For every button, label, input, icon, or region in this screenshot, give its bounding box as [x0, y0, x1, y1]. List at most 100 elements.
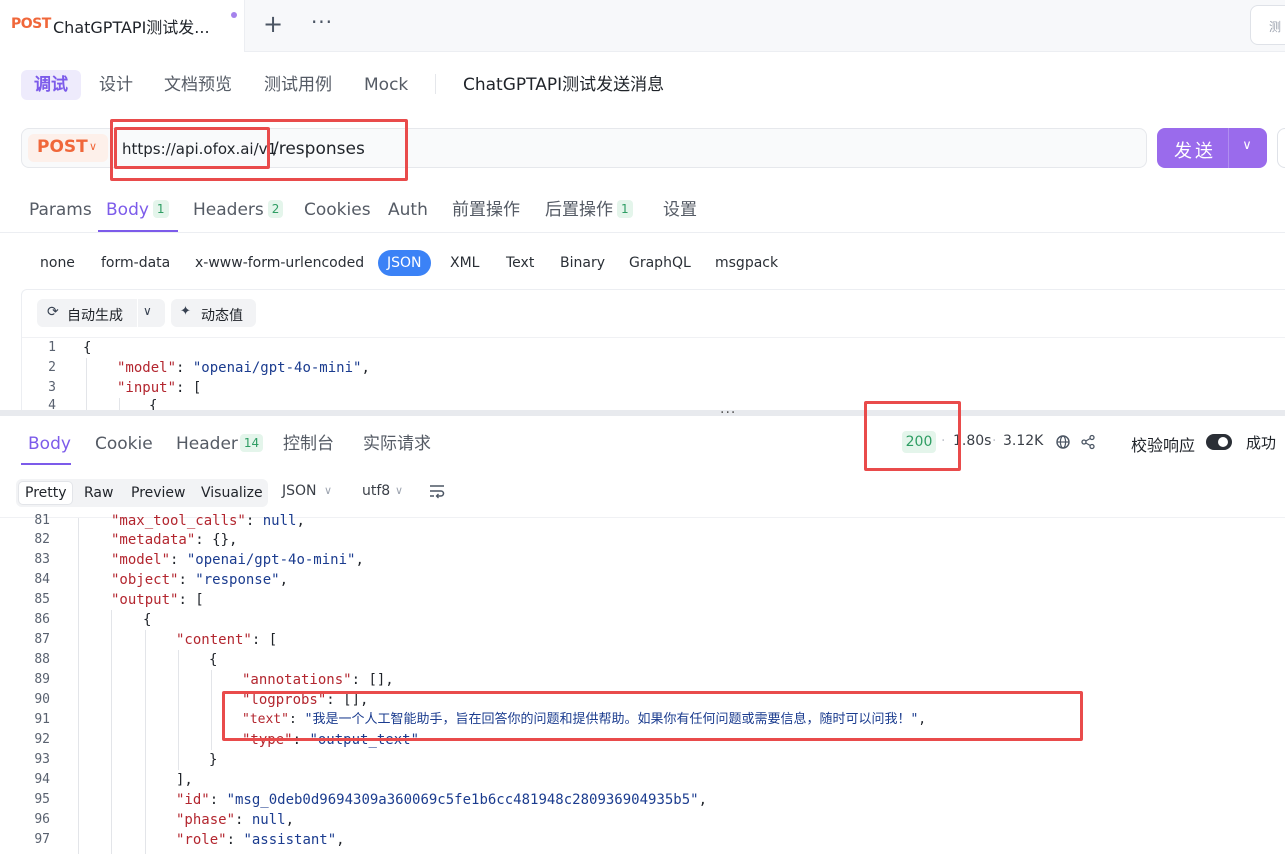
code-line: "content": [ — [176, 632, 278, 648]
view-mode-visualize[interactable]: Visualize — [201, 485, 263, 501]
validate-response-label: 校验响应 — [1131, 436, 1196, 455]
line-number: 82 — [34, 532, 50, 547]
highlight-box — [864, 401, 961, 471]
indent-guide — [86, 358, 87, 410]
subtab-debug[interactable]: 调试 — [21, 70, 81, 100]
request-tab-method: POST — [11, 16, 51, 32]
encoding-select[interactable]: utf8 — [362, 483, 390, 499]
send-options-chevron-icon[interactable]: ∨ — [1236, 138, 1258, 153]
line-number: 90 — [34, 692, 50, 707]
unsaved-dot-icon — [231, 12, 237, 18]
response-tab-console[interactable]: 控制台 — [283, 432, 334, 456]
add-tab-icon[interactable]: + — [258, 9, 288, 39]
body-type-xml[interactable]: XML — [450, 254, 479, 272]
indent-guide — [119, 398, 120, 410]
code-line: "output": [ — [111, 592, 204, 608]
line-number: 81 — [34, 513, 50, 528]
subtab-doc-preview[interactable]: 文档预览 — [164, 70, 232, 100]
code-line: { — [209, 652, 218, 668]
line-number: 2 — [48, 360, 56, 375]
response-tab-header[interactable]: Header 14 — [176, 432, 264, 456]
view-mode-raw[interactable]: Raw — [84, 485, 113, 501]
tab-headers[interactable]: Headers 2 — [193, 198, 284, 222]
tab-body[interactable]: Body 1 — [106, 198, 169, 222]
subtab-design[interactable]: 设计 — [99, 70, 133, 100]
chevron-down-icon[interactable]: ∨ — [143, 304, 152, 318]
code-line: "model": "openai/gpt-4o-mini", — [117, 360, 370, 376]
active-tab-indicator — [98, 230, 178, 232]
body-type-text[interactable]: Text — [506, 254, 534, 272]
globe-icon[interactable] — [1055, 434, 1071, 450]
response-size: 3.12K — [1003, 433, 1044, 449]
count-badge: 14 — [239, 434, 264, 452]
line-number: 91 — [34, 712, 50, 727]
body-type-graphql[interactable]: GraphQL — [629, 254, 691, 272]
format-select[interactable]: JSON — [282, 483, 317, 499]
response-tab-cookie[interactable]: Cookie — [95, 432, 153, 456]
line-number: 94 — [34, 772, 50, 787]
line-number: 83 — [34, 552, 50, 567]
indent-guide — [145, 630, 146, 854]
highlight-box — [114, 127, 270, 169]
api-name[interactable]: ChatGPTAPI测试发送消息 — [463, 70, 664, 100]
separator-dot: · — [992, 433, 997, 449]
subtab-test-cases[interactable]: 测试用例 — [264, 70, 332, 100]
code-line: "metadata": {}, — [111, 532, 238, 548]
line-number: 88 — [34, 652, 50, 667]
word-wrap-icon[interactable] — [428, 483, 446, 499]
tab-cookies[interactable]: Cookies — [304, 198, 371, 222]
divider — [137, 299, 138, 327]
divider — [0, 232, 1285, 233]
line-number: 95 — [34, 792, 50, 807]
highlight-box — [222, 691, 1083, 741]
line-number: 3 — [48, 380, 56, 395]
divider — [435, 74, 436, 94]
panel-splitter[interactable] — [0, 410, 1285, 416]
magic-wand-icon: ✦ — [180, 304, 191, 319]
refresh-icon: ⟳ — [47, 304, 59, 320]
line-number: 86 — [34, 612, 50, 627]
line-number: 1 — [48, 340, 56, 355]
line-number: 93 — [34, 752, 50, 767]
chevron-down-icon: ∨ — [89, 140, 98, 153]
code-line: "phase": null, — [176, 812, 295, 828]
body-type-urlencoded[interactable]: x-www-form-urlencoded — [195, 254, 364, 272]
code-line: "annotations": [], — [242, 672, 394, 688]
chevron-down-icon: ∨ — [395, 484, 404, 497]
drag-handle-icon[interactable]: ··· — [720, 405, 736, 421]
body-type-form-data[interactable]: form-data — [101, 254, 170, 272]
tab-auth[interactable]: Auth — [388, 198, 428, 222]
view-mode-preview[interactable]: Preview — [131, 485, 186, 501]
code-line: "role": "assistant", — [176, 832, 345, 848]
body-type-json[interactable]: JSON — [387, 254, 422, 272]
line-number: 97 — [34, 832, 50, 847]
subtab-mock[interactable]: Mock — [364, 70, 408, 100]
response-tab-actual-request[interactable]: 实际请求 — [363, 432, 431, 456]
code-line: } — [209, 752, 218, 768]
tab-settings[interactable]: 设置 — [663, 198, 697, 222]
divider — [22, 337, 1285, 338]
save-button[interactable] — [1277, 128, 1285, 168]
view-mode-pretty[interactable]: Pretty — [25, 485, 67, 501]
more-icon[interactable]: ··· — [306, 9, 338, 39]
count-badge: 1 — [617, 200, 633, 218]
code-line: "object": "response", — [111, 572, 289, 588]
body-type-binary[interactable]: Binary — [560, 254, 605, 272]
line-number: 84 — [34, 572, 50, 587]
body-type-none[interactable]: none — [40, 254, 75, 272]
tab-pre-operations[interactable]: 前置操作 — [452, 198, 520, 222]
chevron-down-icon: ∨ — [324, 484, 333, 497]
indent-guide — [78, 518, 79, 854]
code-line: "input": [ — [117, 380, 202, 396]
body-type-msgpack[interactable]: msgpack — [715, 254, 778, 272]
environment-button[interactable]: 测 — [1250, 5, 1285, 45]
tab-params[interactable]: Params — [29, 198, 92, 222]
line-number: 96 — [34, 812, 50, 827]
share-icon[interactable] — [1080, 434, 1096, 450]
line-number: 89 — [34, 672, 50, 687]
response-tab-body[interactable]: Body — [28, 432, 71, 456]
tab-post-operations[interactable]: 后置操作 1 — [545, 198, 633, 222]
validation-result[interactable]: 成功 — [1246, 432, 1276, 453]
line-number: 85 — [34, 592, 50, 607]
indent-guide — [211, 670, 212, 750]
